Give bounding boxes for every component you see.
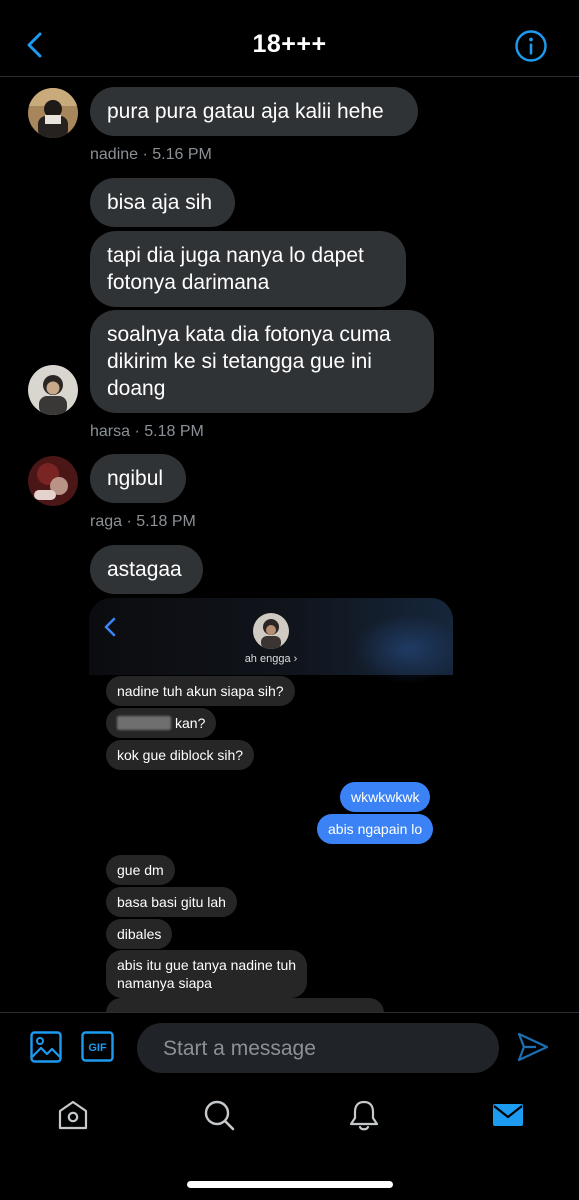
screenshot-message-text: kan? (175, 715, 206, 731)
screenshot-back-icon (104, 617, 116, 637)
screenshot-message: dibales (106, 919, 173, 949)
message-bubble[interactable]: astagaa (90, 545, 203, 594)
message-bubble[interactable]: soalnya kata dia fotonya cuma dikirim ke… (90, 310, 434, 413)
info-icon[interactable] (514, 29, 548, 63)
message-input-container[interactable] (137, 1023, 499, 1073)
message-meta: raga · 5.18 PM (90, 513, 196, 530)
search-icon[interactable] (202, 1098, 236, 1132)
screenshot-message: gue dm (106, 855, 175, 885)
screenshot-message-cut-off (106, 998, 384, 1012)
screenshot-contact-name: ah engga › (244, 653, 298, 665)
gif-icon[interactable]: GIF (81, 1031, 114, 1062)
screenshot-glow (353, 614, 453, 684)
message-meta: harsa · 5.18 PM (90, 423, 204, 440)
message-bubble[interactable]: tapi dia juga nanya lo dapet fotonya dar… (90, 231, 406, 307)
home-indicator (187, 1181, 393, 1188)
screenshot-message: abis itu gue tanya nadine tuh namanya si… (106, 950, 308, 998)
home-icon[interactable] (56, 1098, 90, 1132)
gif-label: GIF (88, 1042, 107, 1054)
screenshot-chat-header: ah engga › (89, 598, 453, 684)
conversation-title: 18+++ (252, 30, 327, 58)
screenshot-message: kok gue diblock sih? (106, 740, 255, 770)
avatar-nadine[interactable] (28, 88, 78, 138)
screenshot-message: nadine tuh akun siapa sih? (106, 676, 295, 706)
notifications-icon[interactable] (347, 1098, 381, 1132)
image-icon[interactable] (29, 1030, 63, 1064)
screenshot-contact-avatar (253, 613, 289, 649)
redacted-name (117, 716, 171, 730)
screenshot-message: basa basi gitu lah (106, 887, 237, 917)
conversation-header: 18+++ (0, 0, 579, 77)
message-bubble[interactable]: bisa aja sih (90, 178, 235, 227)
message-bubble[interactable]: ngibul (90, 454, 186, 503)
attached-screenshot[interactable]: ah engga › nadine tuh akun siapa sih? ka… (89, 598, 453, 1012)
avatar-harsa[interactable] (28, 365, 78, 415)
screenshot-message: kan? (106, 708, 217, 738)
message-bubble[interactable]: pura pura gatau aja kalii hehe (90, 87, 418, 136)
message-meta: nadine · 5.16 PM (90, 146, 212, 163)
send-icon[interactable] (516, 1031, 550, 1063)
avatar-raga[interactable] (28, 456, 78, 506)
messages-icon[interactable] (492, 1098, 524, 1132)
screenshot-message: wkwkwkwk (340, 782, 431, 812)
screenshot-message: abis ngapain lo (317, 814, 434, 844)
message-input[interactable] (161, 1033, 485, 1065)
